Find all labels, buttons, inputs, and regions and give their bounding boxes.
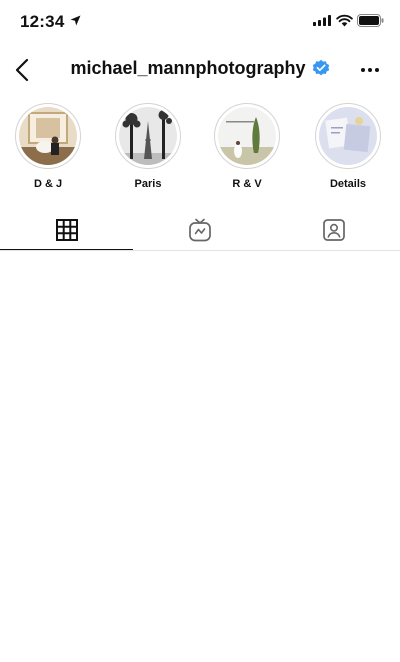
highlight-d-and-j[interactable]: D & J	[8, 103, 88, 190]
highlight-cover-image	[218, 107, 276, 165]
username: michael_mannphotography	[70, 58, 306, 78]
tab-posts-grid[interactable]	[0, 211, 133, 249]
cellular-signal-icon	[313, 15, 331, 26]
highlight-ring	[315, 103, 381, 169]
verified-badge-icon	[312, 59, 329, 76]
location-arrow-icon	[70, 15, 81, 26]
story-highlights: D & J Paris R & V Details	[0, 103, 400, 193]
highlight-ring	[115, 103, 181, 169]
posts-grid-area	[0, 252, 400, 662]
highlight-details[interactable]: Details	[308, 103, 388, 190]
profile-tabs	[0, 211, 400, 251]
highlight-r-and-v[interactable]: R & V	[207, 103, 287, 190]
battery-icon	[357, 14, 384, 27]
status-bar: 12:34	[0, 0, 400, 44]
highlight-label: Paris	[134, 178, 162, 190]
highlight-ring	[15, 103, 81, 169]
highlight-cover-image	[319, 107, 377, 165]
more-options-button[interactable]	[358, 58, 382, 82]
highlight-label: Details	[329, 178, 367, 190]
highlight-label: R & V	[232, 178, 262, 190]
more-options-icon	[361, 68, 379, 72]
highlight-ring	[214, 103, 280, 169]
username-title: michael_mannphotography	[0, 58, 400, 79]
grid-icon	[55, 219, 78, 241]
tagged-person-icon	[322, 219, 345, 241]
igtv-icon	[188, 218, 211, 242]
wifi-icon	[336, 14, 353, 27]
tab-divider	[0, 250, 400, 251]
highlight-paris[interactable]: Paris	[108, 103, 188, 190]
tab-tagged[interactable]	[267, 211, 400, 249]
highlight-label: D & J	[33, 178, 63, 190]
highlight-cover-image	[19, 107, 77, 165]
status-time: 12:34	[20, 12, 65, 31]
highlight-cover-image	[119, 107, 177, 165]
profile-header: michael_mannphotography	[0, 48, 400, 92]
tab-igtv[interactable]	[133, 211, 266, 249]
